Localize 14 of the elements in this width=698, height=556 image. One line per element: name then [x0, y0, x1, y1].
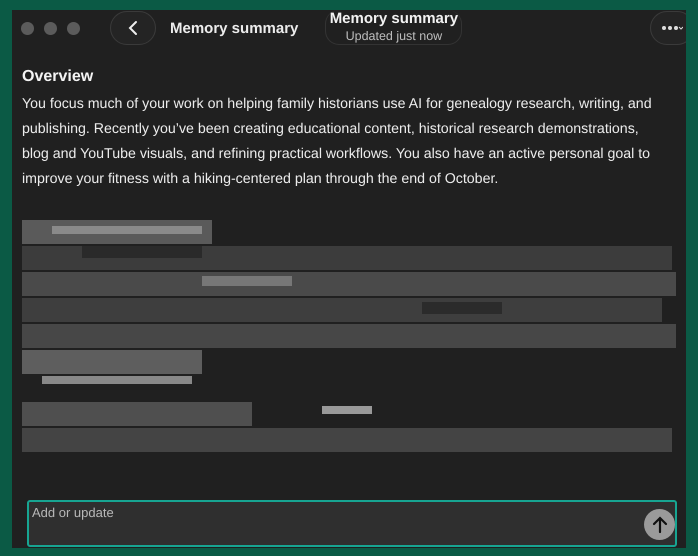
more-icon [661, 25, 683, 31]
arrow-up-icon [652, 516, 668, 534]
overview-paragraph: You focus much of your work on helping family historians use AI for genealogy research, writing, and publishing. Recently you’ve been creating educational content, historical research demonstrations, blog and YouTube visuals, and refining practical workflows. You also have an active personal goal to improve your fitness with a hiking-centered plan through the end of October. [22, 95, 652, 189]
composer-field[interactable]: Add or update [27, 500, 677, 547]
chevron-left-icon [128, 20, 138, 36]
header-title: Memory summary [330, 10, 458, 27]
close-window-icon[interactable] [21, 22, 34, 34]
more-button[interactable] [650, 11, 686, 45]
maximize-window-icon[interactable] [67, 22, 80, 34]
section-heading: Overview [22, 68, 94, 86]
window-title: Memory summary [170, 20, 298, 36]
header-subtitle: Updated just now [346, 29, 442, 43]
back-button[interactable] [110, 11, 156, 45]
minimize-window-icon[interactable] [44, 22, 57, 34]
